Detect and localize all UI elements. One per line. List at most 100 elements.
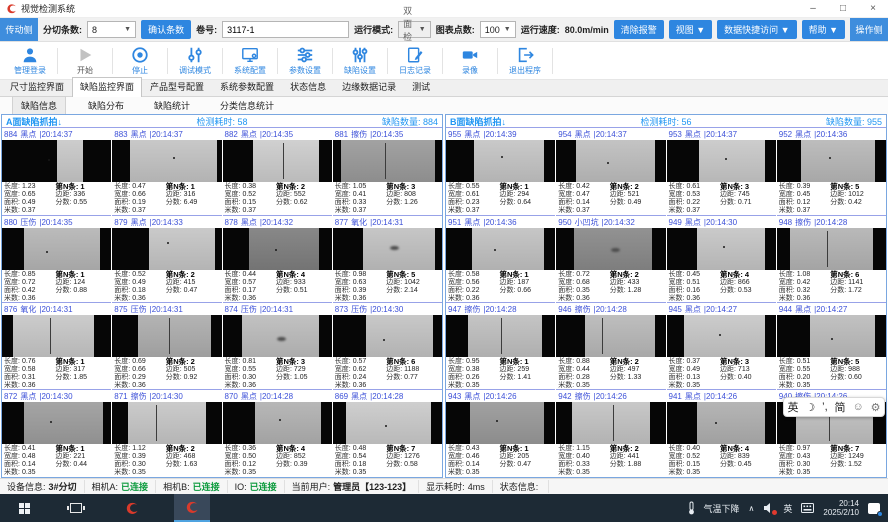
defect-cell[interactable]: 873压伤20:14:30长度:0.57宽度:0.62面积:0.24米数:0.3…: [333, 302, 442, 389]
sliders-v-button[interactable]: 缺陷设置: [334, 45, 386, 76]
defect-image[interactable]: [112, 315, 221, 357]
touch-keyboard-icon[interactable]: [801, 503, 814, 513]
defect-image[interactable]: [446, 315, 555, 357]
tab-3[interactable]: 系统参数配置: [212, 77, 282, 96]
defect-cell[interactable]: 870黑点20:14:28长度:0.36宽度:0.50面积:0.12米数:0.3…: [223, 389, 332, 476]
sub-tab-0[interactable]: 缺陷信息: [12, 96, 66, 115]
defect-image[interactable]: [556, 228, 665, 270]
ime-settings-icon[interactable]: ⚙: [871, 401, 881, 414]
tab-0[interactable]: 尺寸监控界面: [2, 77, 72, 96]
defect-cell[interactable]: 881擦伤20:14:35长度:1.05宽度:0.41面积:0.33米数:0.3…: [333, 128, 442, 215]
camera-button[interactable]: 录像: [444, 45, 496, 76]
maximize-button[interactable]: □: [828, 0, 858, 17]
ime-emoji-icon[interactable]: ☺: [852, 401, 863, 413]
help-menu-button[interactable]: 帮助 ▼: [802, 20, 845, 39]
defect-cell[interactable]: 947擦伤20:14:28长度:0.95宽度:0.38面积:0.26米数:0.3…: [446, 302, 555, 389]
defect-image[interactable]: [2, 315, 111, 357]
tab-4[interactable]: 状态信息: [282, 77, 334, 96]
defect-image[interactable]: [112, 402, 221, 444]
view-menu-button[interactable]: 视图 ▼: [669, 20, 712, 39]
defect-image[interactable]: [556, 315, 665, 357]
defect-cell[interactable]: 878黑点20:14:32长度:0.44宽度:0.57面积:0.17米数:0.3…: [223, 215, 332, 302]
run-mode-select[interactable]: 双面检测▼: [398, 21, 431, 38]
chart-points-select[interactable]: 100▼: [480, 21, 516, 38]
defect-image[interactable]: [333, 228, 442, 270]
weather-text[interactable]: 气温下降: [704, 502, 740, 515]
defect-cell[interactable]: 952黑点20:14:36长度:0.39宽度:0.45面积:0.12米数:0.3…: [777, 128, 886, 215]
defect-image[interactable]: [223, 402, 332, 444]
defect-image[interactable]: [223, 315, 332, 357]
sliders-h-button[interactable]: 参数设置: [279, 45, 331, 76]
slit-count-select[interactable]: 8▼: [87, 21, 136, 38]
exit-button[interactable]: 退出程序: [499, 45, 551, 76]
defect-cell[interactable]: 880压伤20:14:35长度:0.85宽度:0.72面积:0.42米数:0.3…: [2, 215, 111, 302]
defect-cell[interactable]: 874压伤20:14:31长度:0.81宽度:0.55面积:0.30米数:0.3…: [223, 302, 332, 389]
defect-cell[interactable]: 941黑点20:14:26长度:0.40宽度:0.52面积:0.15米数:0.3…: [667, 389, 776, 476]
defect-cell[interactable]: 883黑点20:14:37长度:0.47宽度:0.66面积:0.19米数:0.3…: [112, 128, 221, 215]
defect-image[interactable]: [556, 140, 665, 182]
defect-image[interactable]: [333, 315, 442, 357]
defect-cell[interactable]: 954黑点20:14:37长度:0.42宽度:0.47面积:0.14米数:0.3…: [556, 128, 665, 215]
tab-2[interactable]: 产品型号配置: [142, 77, 212, 96]
task-view-button[interactable]: [48, 494, 104, 522]
defect-image[interactable]: [2, 140, 111, 182]
defect-cell[interactable]: 943黑点20:14:26长度:0.43宽度:0.46面积:0.14米数:0.3…: [446, 389, 555, 476]
defect-cell[interactable]: 871擦伤20:14:30长度:1.12宽度:0.39面积:0.30米数:0.3…: [112, 389, 221, 476]
defect-image[interactable]: [667, 228, 776, 270]
close-button[interactable]: ×: [858, 0, 888, 17]
defect-cell[interactable]: 942擦伤20:14:26长度:1.15宽度:0.40面积:0.33米数:0.3…: [556, 389, 665, 476]
defect-cell[interactable]: 946擦伤20:14:28长度:0.88宽度:0.44面积:0.28米数:0.3…: [556, 302, 665, 389]
ime-punctuation-mode[interactable]: ’,: [822, 401, 828, 413]
defect-cell[interactable]: 876氧化20:14:31长度:0.76宽度:0.58面积:0.31米数:0.3…: [2, 302, 111, 389]
defect-image[interactable]: [112, 140, 221, 182]
ime-simplified-chinese[interactable]: 简: [835, 399, 846, 415]
defect-cell[interactable]: 949黑点20:14:30长度:0.45宽度:0.51面积:0.16米数:0.3…: [667, 215, 776, 302]
minimize-button[interactable]: –: [798, 0, 828, 17]
defect-image[interactable]: [556, 402, 665, 444]
input-language-indicator[interactable]: 英: [783, 502, 792, 515]
volume-icon[interactable]: [763, 503, 774, 513]
defect-image[interactable]: [223, 140, 332, 182]
pinned-app-button[interactable]: [104, 494, 160, 522]
defect-image[interactable]: [777, 315, 886, 357]
defect-cell[interactable]: 953黑点20:14:37长度:0.61宽度:0.53面积:0.22米数:0.3…: [667, 128, 776, 215]
tune-button[interactable]: 调试模式: [169, 45, 221, 76]
defect-cell[interactable]: 944黑点20:14:27长度:0.51宽度:0.55面积:0.20米数:0.3…: [777, 302, 886, 389]
defect-image[interactable]: [777, 140, 886, 182]
sub-tab-1[interactable]: 缺陷分布: [80, 97, 132, 114]
start-button[interactable]: [0, 494, 48, 522]
defect-image[interactable]: [446, 402, 555, 444]
defect-cell[interactable]: 877氧化20:14:31长度:0.98宽度:0.63面积:0.39米数:0.3…: [333, 215, 442, 302]
defect-image[interactable]: [333, 402, 442, 444]
tray-expand-icon[interactable]: ∧: [749, 504, 755, 513]
defect-cell[interactable]: 951黑点20:14:36长度:0.58宽度:0.56面积:0.22米数:0.3…: [446, 215, 555, 302]
defect-image[interactable]: [2, 402, 111, 444]
sub-tab-3[interactable]: 分类信息统计: [212, 97, 282, 114]
defect-image[interactable]: [667, 402, 776, 444]
defect-image[interactable]: [446, 140, 555, 182]
monitor-button[interactable]: 系统配置: [224, 45, 276, 76]
defect-image[interactable]: [667, 315, 776, 357]
user-button[interactable]: 管理登录: [4, 45, 56, 76]
log-button[interactable]: 日志记录: [389, 45, 441, 76]
tab-5[interactable]: 边缘数据记录: [334, 77, 404, 96]
defect-cell[interactable]: 869黑点20:14:28长度:0.48宽度:0.54面积:0.18米数:0.3…: [333, 389, 442, 476]
defect-image[interactable]: [777, 228, 886, 270]
defect-cell[interactable]: 872黑点20:14:30长度:0.41宽度:0.48面积:0.14米数:0.3…: [2, 389, 111, 476]
ime-english-mode[interactable]: 英: [787, 399, 798, 415]
defect-image[interactable]: [333, 140, 442, 182]
clear-alarm-button[interactable]: 清除报警: [614, 20, 664, 39]
defect-image[interactable]: [223, 228, 332, 270]
defect-cell[interactable]: 879黑点20:14:33长度:0.52宽度:0.49面积:0.18米数:0.3…: [112, 215, 221, 302]
play-button[interactable]: 开始: [59, 45, 111, 76]
defect-cell[interactable]: 945黑点20:14:27长度:0.37宽度:0.49面积:0.13米数:0.3…: [667, 302, 776, 389]
defect-image[interactable]: [667, 140, 776, 182]
defect-image[interactable]: [446, 228, 555, 270]
tab-6[interactable]: 测试: [404, 77, 438, 96]
notification-icon[interactable]: [868, 503, 880, 514]
sub-tab-2[interactable]: 缺陷统计: [146, 97, 198, 114]
defect-cell[interactable]: 884黑点20:14:37长度:1.23宽度:0.65面积:0.49米数:0.3…: [2, 128, 111, 215]
ime-moon-icon[interactable]: ☽: [805, 401, 815, 414]
roll-number-input[interactable]: [222, 21, 349, 38]
defect-image[interactable]: [112, 228, 221, 270]
